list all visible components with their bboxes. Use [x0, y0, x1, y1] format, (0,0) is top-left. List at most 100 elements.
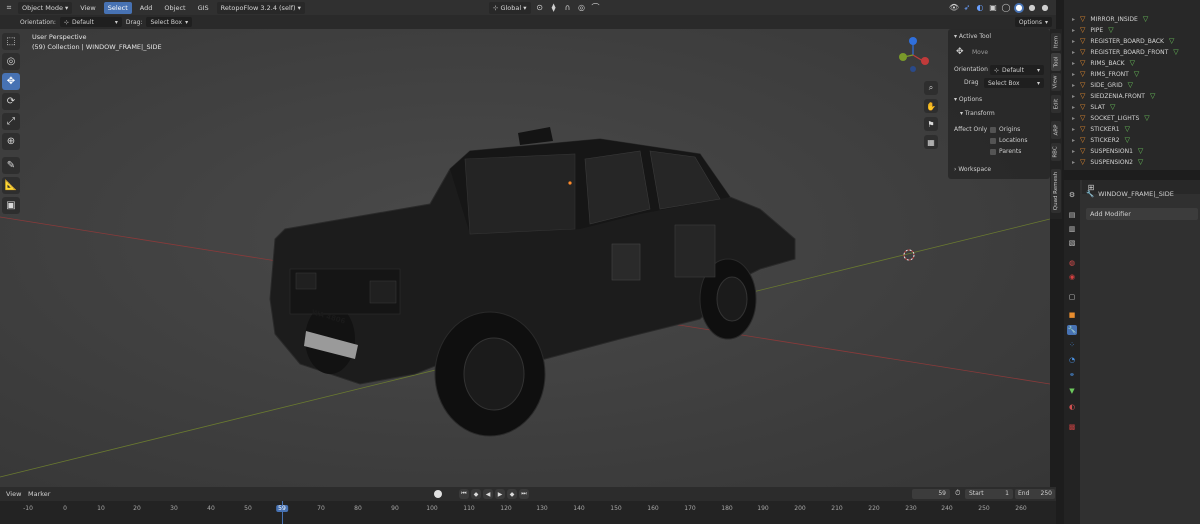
falloff-icon[interactable]: ⌒	[591, 3, 601, 13]
outliner-item[interactable]: ▸ ▽ SIDE_GRID ▽	[1072, 80, 1133, 90]
retopoflow-dropdown[interactable]: RetopoFlow 3.2.4 (self) ▾	[216, 1, 305, 14]
outliner[interactable]: ▸ ▽ MIRROR_INSIDE ▽ ▸ ▽ PIPE ▽ ▸ ▽ REGISTER_BOARD_…	[1064, 0, 1200, 170]
options-header[interactable]: ▾ Options	[954, 96, 982, 103]
transform-orientation-dropdown[interactable]: ⊹ Global ▾	[488, 1, 531, 14]
outliner-item[interactable]: ▸ ▽ SOCKET_LIGHTS ▽	[1072, 113, 1150, 123]
visibility-icon[interactable]: 👁	[949, 3, 959, 13]
expand-arrow-icon[interactable]: ▸	[1072, 93, 1075, 100]
transform-header[interactable]: ▾ Transform	[960, 110, 995, 117]
start-frame-field[interactable]: Start 1	[965, 489, 1013, 499]
outliner-item[interactable]: ▸ ▽ SUSPENSION2 ▽	[1072, 157, 1143, 167]
3d-viewport[interactable]: User Perspective (59) Collection | WINDO…	[0, 29, 1050, 487]
material-shading-icon[interactable]: ●	[1027, 3, 1037, 13]
expand-arrow-icon[interactable]: ▸	[1072, 27, 1075, 34]
tab-tool[interactable]: Tool	[1051, 53, 1061, 71]
expand-arrow-icon[interactable]: ▸	[1072, 115, 1075, 122]
menu-gis[interactable]: GIS	[194, 2, 213, 14]
expand-arrow-icon[interactable]: ▸	[1072, 38, 1075, 45]
overlay-icon[interactable]: ◐	[975, 3, 985, 13]
origins-checkbox[interactable]: Origins	[990, 126, 1020, 133]
options-dropdown[interactable]: Options ▾	[1014, 17, 1052, 27]
physics-tab-icon[interactable]: ◔	[1067, 355, 1077, 365]
tab-view[interactable]: View	[1051, 73, 1061, 91]
view-layer-tab-icon[interactable]: ▧	[1067, 238, 1077, 248]
particles-tab-icon[interactable]: ⁘	[1067, 340, 1077, 350]
play-reverse-icon[interactable]: ◀	[483, 489, 493, 499]
outliner-item[interactable]: ▸ ▽ SIEDZENIA.FRONT ▽	[1072, 91, 1155, 101]
snap-magnet-icon[interactable]: ∩	[563, 3, 573, 13]
tab-rbc[interactable]: RBC	[1051, 143, 1061, 161]
expand-arrow-icon[interactable]: ▸	[1072, 60, 1075, 67]
add-cube-icon[interactable]: ▣	[2, 197, 20, 214]
outliner-item[interactable]: ▸ ▽ STICKER2 ▽	[1072, 135, 1130, 145]
expand-arrow-icon[interactable]: ▸	[1072, 82, 1075, 89]
tool-drag-dropdown[interactable]: Select Box ▾	[146, 17, 193, 27]
prev-keyframe-icon[interactable]: ◆	[471, 489, 481, 499]
outliner-item[interactable]: ▸ ▽ REGISTER_BOARD_FRONT ▽	[1072, 47, 1179, 57]
texture-tab-icon[interactable]: ▩	[1067, 422, 1077, 432]
jump-end-icon[interactable]: ⏭	[519, 489, 529, 499]
rotate-icon[interactable]: ⟳	[2, 93, 20, 110]
tab-edit[interactable]: Edit	[1051, 95, 1061, 113]
pivot-icon[interactable]: ⊙	[535, 3, 545, 13]
expand-arrow-icon[interactable]: ▸	[1072, 49, 1075, 56]
outliner-item[interactable]: ▸ ▽ MIRROR_INSIDE ▽	[1072, 14, 1148, 24]
modifier-tab-icon[interactable]: 🔧	[1067, 325, 1077, 335]
render-tab-icon[interactable]: ▤	[1067, 210, 1077, 220]
jump-start-icon[interactable]: ⏮	[459, 489, 469, 499]
material-tab-icon[interactable]: ◐	[1067, 402, 1077, 412]
tab-item[interactable]: Item	[1051, 33, 1061, 51]
annotate-icon[interactable]: ✎	[2, 157, 20, 174]
current-frame-field[interactable]: 59	[912, 489, 950, 499]
outliner-item[interactable]: ▸ ▽ RIMS_BACK ▽	[1072, 58, 1135, 68]
outliner-item[interactable]: ▸ ▽ SLAT ▽	[1072, 102, 1115, 112]
expand-arrow-icon[interactable]: ▸	[1072, 104, 1075, 111]
menu-add[interactable]: Add	[136, 2, 157, 14]
expand-arrow-icon[interactable]: ▸	[1072, 16, 1075, 23]
solid-shading-icon[interactable]: ●	[1014, 2, 1024, 13]
camera-icon[interactable]: ⚑	[924, 117, 938, 131]
outliner-item[interactable]: ▸ ▽ STICKER1 ▽	[1072, 124, 1130, 134]
tool-tab-icon[interactable]: ⚙	[1067, 190, 1077, 200]
locations-checkbox[interactable]: Locations	[990, 137, 1028, 144]
snap-icon[interactable]: ⧫	[549, 3, 559, 13]
gizmo-icon[interactable]: ➶	[962, 3, 972, 13]
wireframe-shading-icon[interactable]: ◯	[1001, 3, 1011, 13]
timeline-track[interactable]	[0, 501, 1056, 524]
np-drag-dropdown[interactable]: Select Box ▾	[984, 78, 1044, 88]
world-tab-icon[interactable]: ◉	[1067, 272, 1077, 282]
measure-icon[interactable]: 📐	[2, 177, 20, 194]
timeline-menu-marker[interactable]: Marker	[28, 490, 50, 498]
zoom-icon[interactable]: ⌕	[924, 81, 938, 95]
outliner-item[interactable]: ▸ ▽ SUSPENSION1 ▽	[1072, 146, 1143, 156]
tool-orientation-dropdown[interactable]: ⊹ Default ▾	[59, 17, 122, 27]
outliner-item[interactable]: ▸ ▽ PIPE ▽	[1072, 25, 1114, 35]
data-tab-icon[interactable]: ▼	[1067, 386, 1077, 396]
record-icon[interactable]	[434, 490, 442, 498]
scale-icon[interactable]: ⤢	[2, 113, 20, 130]
transform-icon[interactable]: ⊕	[2, 133, 20, 150]
output-tab-icon[interactable]: ▥	[1067, 224, 1077, 234]
scene-tab-icon[interactable]: ◍	[1067, 258, 1077, 268]
select-box-icon[interactable]: ⬚	[2, 33, 20, 50]
menu-select[interactable]: Select	[103, 1, 132, 14]
add-modifier-button[interactable]: Add Modifier	[1086, 208, 1198, 220]
outliner-item[interactable]: ▸ ▽ REGISTER_BOARD_BACK ▽	[1072, 36, 1174, 46]
end-frame-field[interactable]: End 250	[1015, 489, 1055, 499]
tab-arp[interactable]: ARP	[1051, 121, 1061, 139]
menu-object[interactable]: Object	[160, 2, 189, 14]
active-tool-header[interactable]: ▾ Active Tool	[954, 33, 991, 40]
np-orientation-dropdown[interactable]: ⊹ Default ▾	[990, 65, 1044, 75]
mode-dropdown[interactable]: Object Mode ▾	[18, 1, 73, 14]
xray-icon[interactable]: ▣	[988, 3, 998, 13]
cursor-icon[interactable]: ◎	[2, 53, 20, 70]
editor-type-icon[interactable]: ⌗	[4, 3, 14, 13]
move-icon[interactable]: ✥	[2, 73, 20, 90]
expand-arrow-icon[interactable]: ▸	[1072, 71, 1075, 78]
navigation-gizmo[interactable]	[893, 35, 933, 75]
constraints-tab-icon[interactable]: ⚭	[1067, 370, 1077, 380]
parents-checkbox[interactable]: Parents	[990, 148, 1021, 155]
rendered-shading-icon[interactable]: ●	[1040, 3, 1050, 13]
expand-arrow-icon[interactable]: ▸	[1072, 137, 1075, 144]
clock-icon[interactable]: ⏱	[955, 489, 960, 498]
